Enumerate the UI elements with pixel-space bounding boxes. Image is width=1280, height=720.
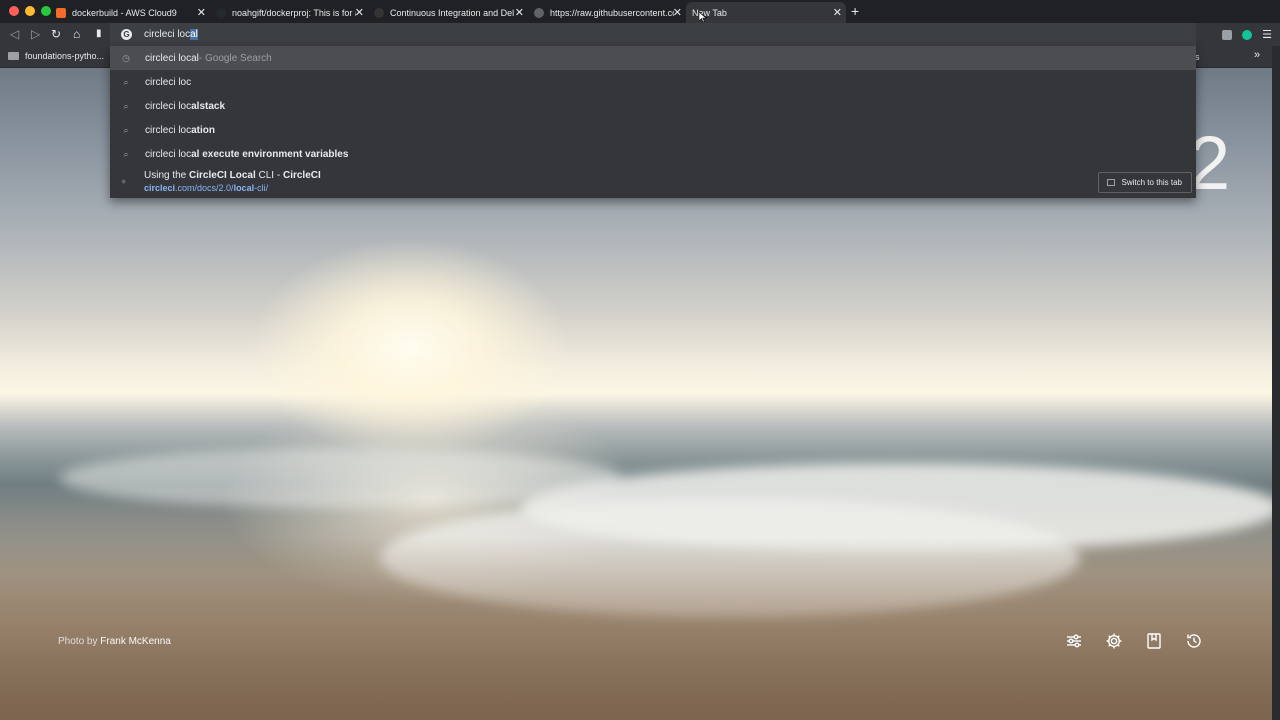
aws-cloud9-icon: [56, 7, 66, 18]
suggestion-completion: ation: [191, 124, 216, 136]
folder-icon: [8, 52, 19, 60]
switch-to-tab-button[interactable]: Switch to this tab: [1097, 172, 1192, 193]
history-icon: ◷: [122, 52, 130, 63]
tab-title: New Tab: [692, 7, 727, 18]
globe-icon: [534, 7, 544, 18]
search-icon: ⌕: [123, 124, 129, 135]
suggestion-suffix: - Google Search: [198, 52, 272, 64]
suggestion-text: circleci loc: [145, 148, 192, 160]
tab-suggestion-item[interactable]: ● Using the CircleCI Local CLI - CircleC…: [110, 166, 1196, 198]
close-tab-icon[interactable]: ✕: [355, 6, 364, 19]
close-tab-icon[interactable]: ✕: [515, 6, 524, 19]
right-edge-strip: [1272, 46, 1280, 720]
new-tab-toolbar: [1065, 632, 1203, 650]
switch-to-tab-label: Switch to this tab: [1121, 178, 1182, 187]
tab-suggestion-url: circleci.com/docs/2.0/local-cli/: [144, 183, 268, 193]
suggestion-item[interactable]: ⌕ circleci loc ation: [110, 118, 1196, 142]
search-icon: ⌕: [123, 148, 129, 159]
url-bold: circleci: [144, 183, 176, 193]
tab-title: Continuous Integration and Delive: [390, 7, 514, 18]
forward-icon[interactable]: ▷: [31, 27, 40, 41]
suggestion-completion: al execute environment variables: [191, 148, 349, 160]
tab-new-tab[interactable]: New Tab ✕: [686, 2, 846, 23]
title-bold: CircleCI Local: [189, 170, 256, 181]
shield-extension-icon[interactable]: [1222, 29, 1233, 40]
google-g-icon: G: [121, 29, 132, 40]
history-clock-icon[interactable]: [1185, 632, 1203, 650]
suggestion-text: circleci local: [145, 52, 199, 64]
bookmark-star-icon[interactable]: ▮: [96, 28, 102, 39]
wave-foam: [60, 448, 620, 508]
menu-icon[interactable]: ☰: [1262, 28, 1272, 41]
extension-icons: ☰: [1222, 23, 1280, 46]
tab-circleci[interactable]: Continuous Integration and Delive ✕: [368, 2, 528, 23]
bookmark-label: foundations-pytho...: [25, 51, 105, 61]
typed-text: circleci loc: [144, 29, 191, 40]
sliders-icon[interactable]: [1065, 632, 1083, 650]
suggestion-item[interactable]: ◷ circleci local - Google Search: [110, 46, 1196, 70]
search-icon: ⌕: [123, 76, 129, 87]
url-end: -cli/: [254, 183, 269, 193]
title-prefix: Using the: [144, 170, 190, 181]
address-input[interactable]: circleci local: [144, 29, 198, 40]
close-window-button[interactable]: [9, 6, 19, 16]
omnibox-suggestions: ◷ circleci local - Google Search ⌕ circl…: [110, 46, 1196, 198]
tab-title: noahgift/dockerproj: This is for a d: [232, 7, 356, 18]
tab-title: dockerbuild - AWS Cloud9: [72, 7, 177, 18]
search-icon: ⌕: [123, 100, 129, 111]
title-middle: CLI -: [255, 170, 283, 181]
suggestion-text: circleci loc: [145, 100, 192, 112]
tab-icon: [1106, 179, 1115, 186]
photo-credit-prefix: Photo by: [58, 636, 101, 647]
window-controls: [9, 6, 51, 16]
url-middle: .com/docs/2.0/: [175, 183, 234, 193]
close-tab-icon[interactable]: ✕: [673, 6, 682, 19]
close-tab-icon[interactable]: ✕: [197, 6, 206, 19]
close-tab-icon[interactable]: ✕: [833, 6, 842, 19]
sand: [0, 538, 1280, 720]
reload-icon[interactable]: ↻: [51, 27, 61, 41]
autocomplete-selection: al: [190, 29, 198, 40]
suggestion-text: circleci loc: [145, 124, 192, 136]
suggestion-item[interactable]: ⌕ circleci loc: [110, 70, 1196, 94]
grammarly-icon[interactable]: [1242, 29, 1253, 40]
home-icon[interactable]: ⌂: [73, 27, 80, 41]
suggestion-item[interactable]: ⌕ circleci loc alstack: [110, 94, 1196, 118]
suggestion-item[interactable]: ⌕ circleci loc al execute environment var…: [110, 142, 1196, 166]
photo-credit: Photo by Frank McKenna: [58, 636, 171, 647]
tab-strip: dockerbuild - AWS Cloud9 ✕ noahgift/dock…: [0, 0, 1280, 23]
bookmarks-overflow-icon[interactable]: »: [1254, 49, 1260, 61]
minimize-window-button[interactable]: [25, 6, 35, 16]
suggestion-completion: alstack: [191, 100, 226, 112]
circleci-icon: ●: [121, 176, 127, 186]
suggestion-text: circleci loc: [145, 76, 192, 88]
tab-suggestion-title: Using the CircleCI Local CLI - CircleCI: [144, 170, 321, 181]
new-tab-plus-icon[interactable]: +: [851, 3, 859, 19]
bookmark-icon[interactable]: [1145, 632, 1163, 650]
tab-raw-github[interactable]: https://raw.githubusercontent.com ✕: [528, 2, 686, 23]
bookmark-folder[interactable]: foundations-pytho...: [8, 51, 104, 61]
photo-author-link[interactable]: Frank McKenna: [100, 636, 171, 647]
address-bar[interactable]: G circleci local: [110, 23, 1196, 46]
tab-title: https://raw.githubusercontent.com: [550, 7, 674, 18]
gear-icon[interactable]: [1105, 632, 1123, 650]
github-icon: [216, 7, 226, 18]
circleci-icon: [374, 7, 384, 18]
title-bold: CircleCI: [282, 170, 321, 181]
tab-dockerproj[interactable]: noahgift/dockerproj: This is for a d ✕: [210, 2, 368, 23]
url-bold: local: [233, 183, 255, 193]
mouse-cursor-icon: [699, 12, 707, 22]
back-icon[interactable]: ◁: [10, 27, 19, 41]
tab-dockerbuild[interactable]: dockerbuild - AWS Cloud9 ✕: [50, 2, 210, 23]
